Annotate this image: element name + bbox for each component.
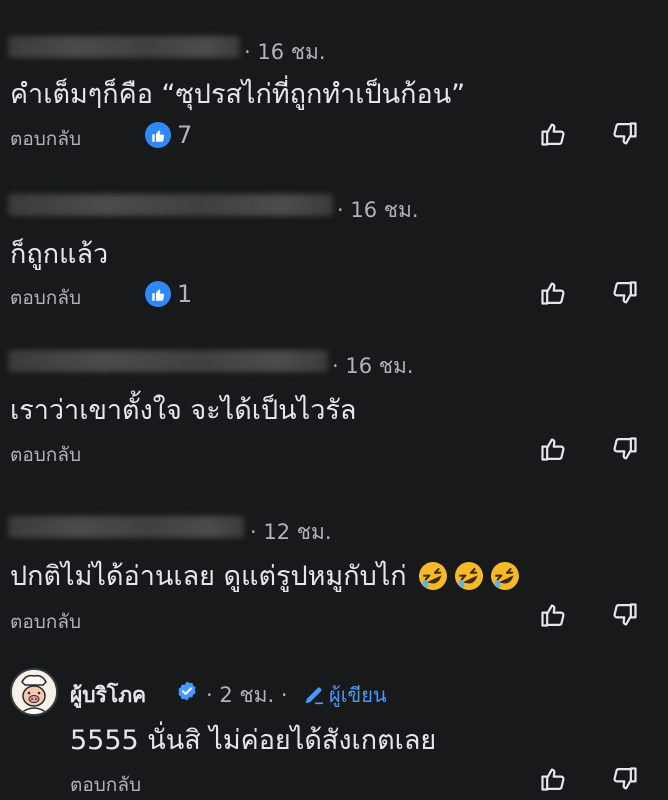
comment-text: ก็ถูกแล้ว xyxy=(10,239,109,270)
reaction-summary[interactable]: 1 xyxy=(145,280,192,308)
reaction-summary[interactable]: 7 xyxy=(145,121,192,149)
thumbs-down-icon[interactable] xyxy=(611,435,639,463)
blurred-username[interactable] xyxy=(8,350,328,372)
reply-button[interactable]: ตอบกลับ xyxy=(10,283,81,313)
like-count: 7 xyxy=(177,121,193,149)
blurred-username[interactable] xyxy=(8,194,333,216)
thumbs-down-icon[interactable] xyxy=(611,601,639,629)
comment-text-row: ปกติไม่ได้อ่านเลย ดูแต่รูปหมูกับไก่ xyxy=(10,554,521,597)
comment-time[interactable]: · 12 ชม. xyxy=(250,516,332,549)
like-icon xyxy=(145,281,171,307)
reply-button[interactable]: ตอบกลับ xyxy=(70,770,141,800)
thumbs-up-icon[interactable] xyxy=(539,765,567,793)
rolling-laughing-emoji xyxy=(418,561,447,590)
avatar[interactable] xyxy=(10,668,58,716)
reply-text: 5555 นั่นสิ ไม่ค่อยได้สังเกตเลย xyxy=(70,725,437,756)
rolling-laughing-emoji xyxy=(454,561,483,590)
reply-time[interactable]: · 2 ชม. · xyxy=(206,679,288,712)
like-count: 1 xyxy=(177,280,193,308)
author-name[interactable]: ผู้บริโภค xyxy=(70,679,146,712)
thumbs-down-icon[interactable] xyxy=(611,765,639,793)
rolling-laughing-emoji xyxy=(490,561,519,590)
blurred-username[interactable] xyxy=(8,516,244,538)
thumbs-up-icon[interactable] xyxy=(539,120,567,148)
thumbs-up-icon[interactable] xyxy=(539,279,567,307)
reply-button[interactable]: ตอบกลับ xyxy=(10,440,81,470)
author-badge: ผู้เขียน xyxy=(303,679,387,711)
comment-time[interactable]: · 16 ชม. xyxy=(244,36,326,69)
blurred-username[interactable] xyxy=(8,36,240,58)
thumbs-up-icon[interactable] xyxy=(539,435,567,463)
comment-time[interactable]: · 16 ชม. xyxy=(332,350,414,383)
like-icon xyxy=(145,122,171,148)
comment-text: คำเต็มๆก็คือ “ซุปรสไก่ที่ถูกทำเป็นก้อน” xyxy=(10,79,466,110)
thumbs-up-icon[interactable] xyxy=(539,601,567,629)
comment-text: ปกติไม่ได้อ่านเลย ดูแต่รูปหมูกับไก่ xyxy=(10,561,407,592)
comment-time[interactable]: · 16 ชม. xyxy=(337,194,419,227)
thumbs-down-icon[interactable] xyxy=(611,279,639,307)
reply-button[interactable]: ตอบกลับ xyxy=(10,124,81,154)
pen-icon xyxy=(305,687,324,705)
comment-text: เราว่าเขาตั้งใจ จะได้เป็นไวรัล xyxy=(10,395,357,426)
reply-button[interactable]: ตอบกลับ xyxy=(10,607,81,637)
thumbs-down-icon[interactable] xyxy=(611,120,639,148)
verified-icon xyxy=(178,681,196,701)
author-badge-label: ผู้เขียน xyxy=(329,683,387,707)
